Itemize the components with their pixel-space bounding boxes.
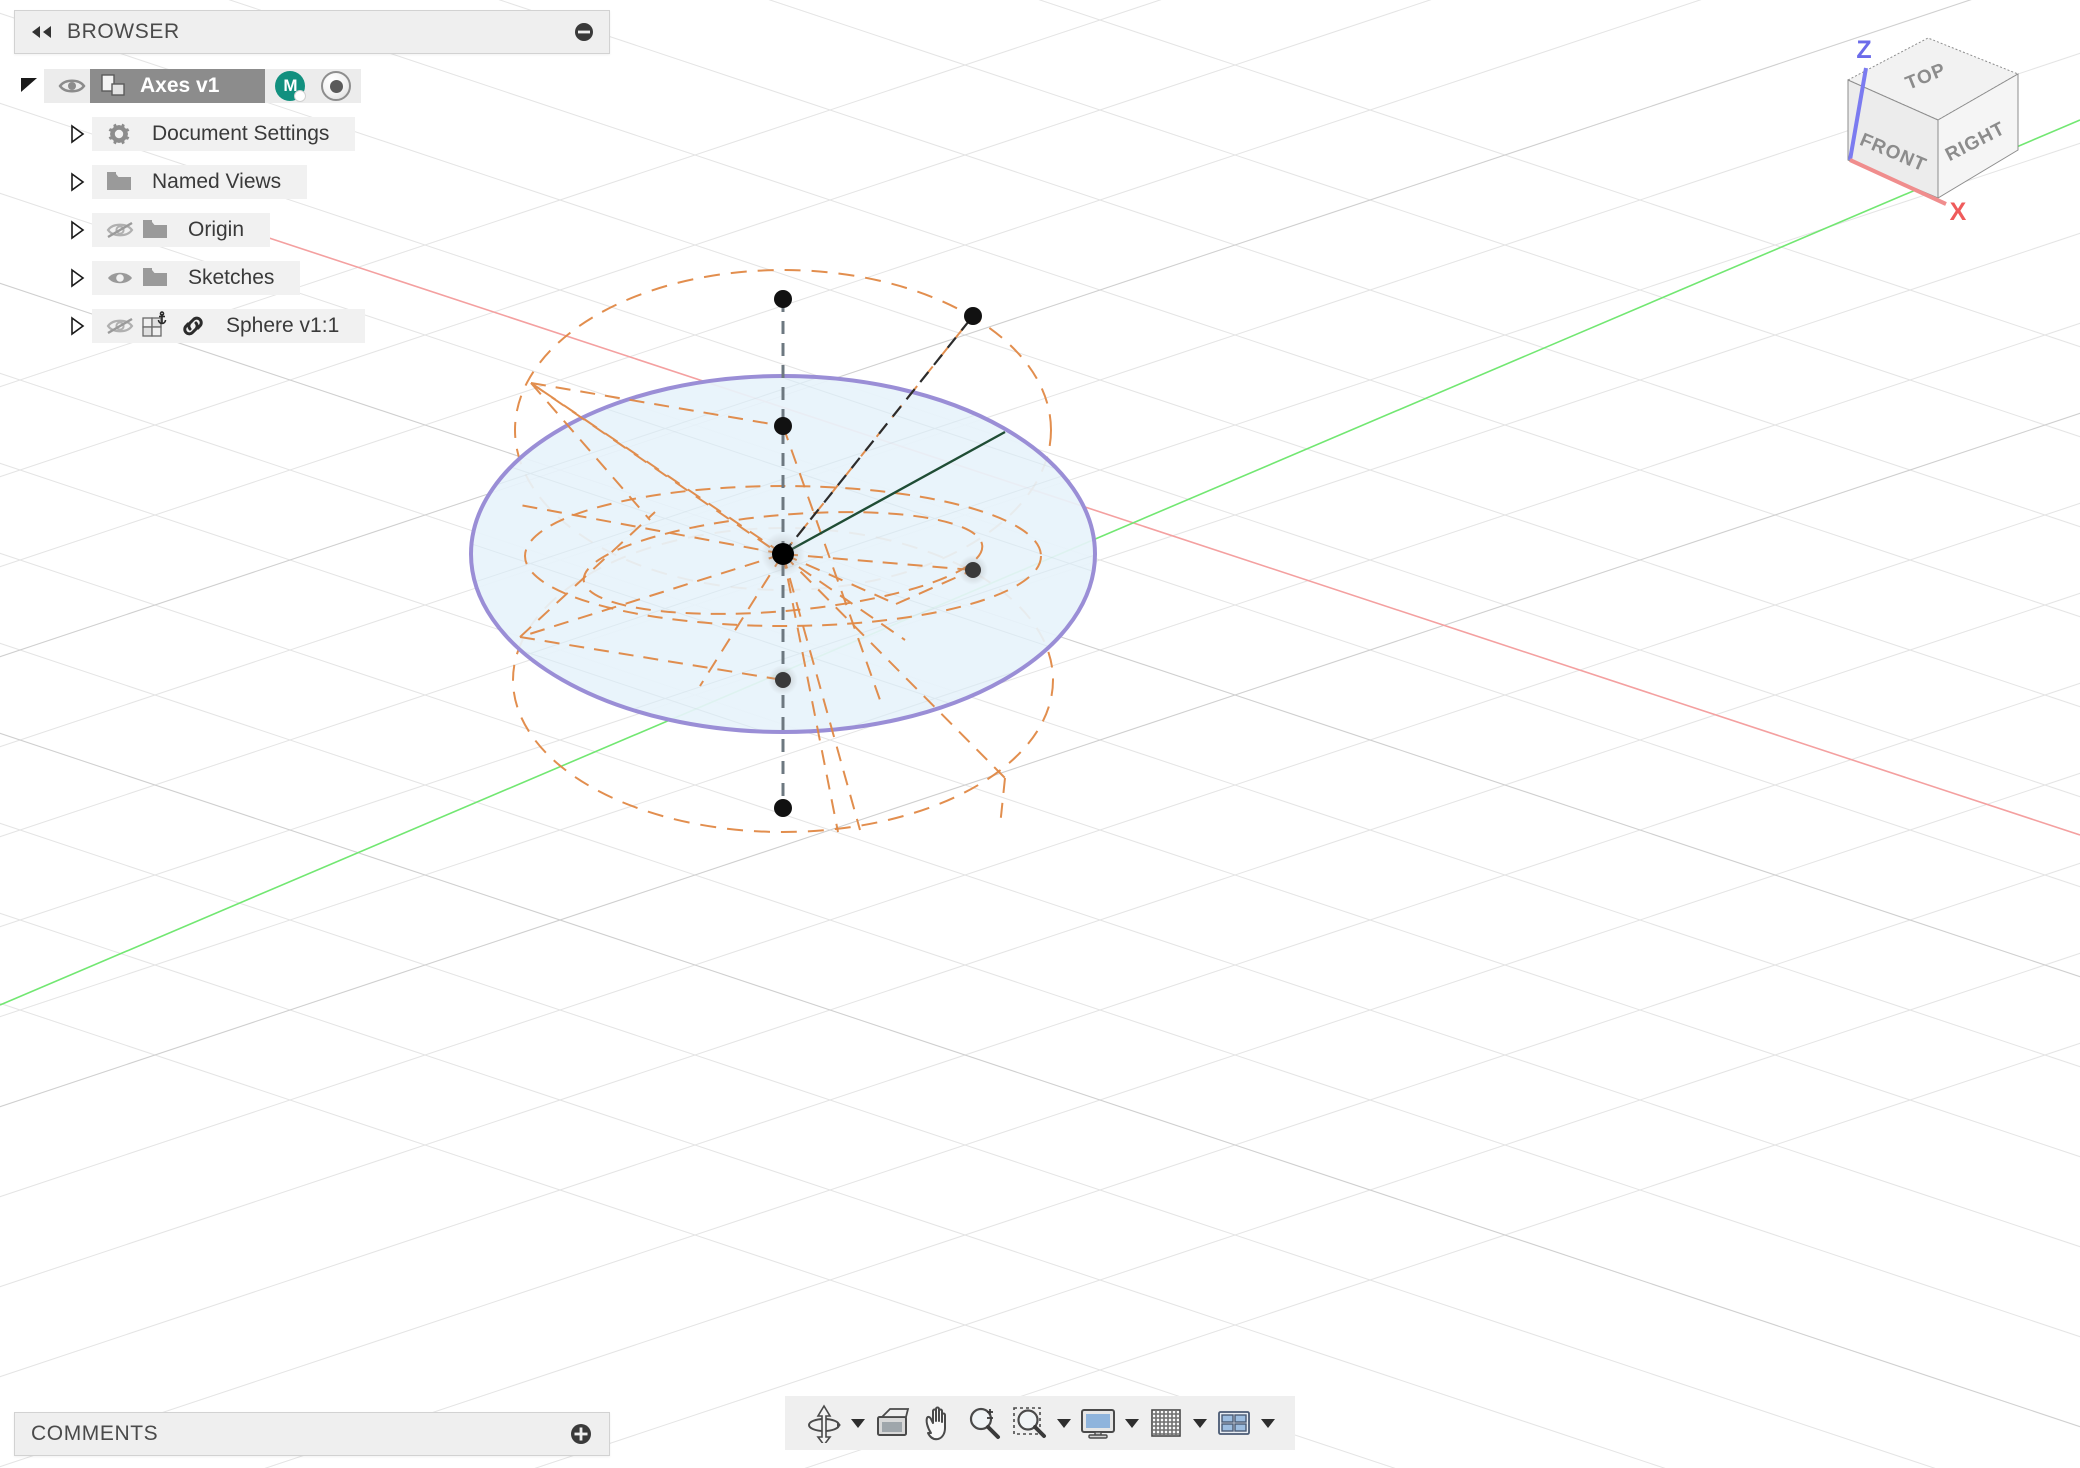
browser-panel: BROWSER Axes v1 M Document Settings Name… bbox=[14, 10, 610, 354]
active-component-radio[interactable] bbox=[321, 71, 352, 101]
twisty-collapsed-icon[interactable] bbox=[62, 263, 92, 293]
viewports-icon[interactable] bbox=[1211, 1400, 1257, 1446]
tree-node-label-named-views: Named Views bbox=[152, 170, 282, 193]
grid-snaps-button[interactable] bbox=[1143, 1396, 1211, 1450]
viewport-layout-button[interactable] bbox=[1211, 1396, 1279, 1450]
tree-node-label-origin: Origin bbox=[188, 218, 245, 241]
twisty-collapsed-icon[interactable] bbox=[62, 215, 92, 245]
chevron-down-icon-zoom-window[interactable] bbox=[1053, 1400, 1075, 1446]
magnifier-plusminus-icon[interactable] bbox=[961, 1400, 1007, 1446]
fusion-design-window: TOP FRONT RIGHT Z X BROWSER Axes v1 M Do… bbox=[0, 0, 2080, 1468]
navigation-toolbar bbox=[785, 1396, 1295, 1450]
viewcube-axis-label-z: Z bbox=[1856, 36, 1871, 64]
twisty-expanded-icon[interactable] bbox=[14, 71, 44, 101]
chevron-down-icon-grid[interactable] bbox=[1189, 1400, 1211, 1446]
tree-row-document-settings[interactable]: Document Settings bbox=[14, 114, 610, 154]
orbit-tool-button[interactable] bbox=[801, 1396, 869, 1450]
tree-node-label-document-settings: Document Settings bbox=[152, 122, 330, 145]
folder-icon bbox=[102, 167, 136, 197]
tree-row-named-views[interactable]: Named Views bbox=[14, 162, 610, 202]
gear-icon bbox=[102, 119, 136, 149]
visibility-eye-hidden-icon-origin[interactable] bbox=[102, 215, 138, 245]
sketch-point bbox=[964, 307, 982, 325]
sketch-point bbox=[774, 290, 792, 308]
tree-row-sphere[interactable]: Sphere v1:1 bbox=[14, 306, 610, 346]
minus-circle-icon[interactable] bbox=[573, 21, 595, 43]
chevron-down-icon-display[interactable] bbox=[1121, 1400, 1143, 1446]
sketch-point bbox=[775, 672, 791, 688]
folder-icon bbox=[138, 215, 172, 245]
look-at-tool-button[interactable] bbox=[869, 1396, 915, 1450]
tree-row-sketches[interactable]: Sketches bbox=[14, 258, 610, 298]
twisty-collapsed-icon[interactable] bbox=[62, 119, 92, 149]
orbit-icon[interactable] bbox=[801, 1400, 847, 1446]
grid-icon[interactable] bbox=[1143, 1400, 1189, 1446]
sketch-point bbox=[965, 562, 981, 578]
double-chevron-left-icon[interactable] bbox=[29, 21, 55, 43]
component-blocks-icon bbox=[96, 71, 130, 101]
view-cube[interactable]: TOP FRONT RIGHT Z X bbox=[1828, 18, 2058, 228]
zoom-tool-button[interactable] bbox=[961, 1396, 1007, 1450]
tree-row-axes[interactable]: Axes v1 M bbox=[14, 66, 610, 106]
look-at-icon[interactable] bbox=[869, 1400, 915, 1446]
comments-panel[interactable]: COMMENTS bbox=[14, 1412, 610, 1456]
sketch-point bbox=[774, 799, 792, 817]
browser-panel-title: BROWSER bbox=[67, 20, 180, 43]
sketch-point-origin bbox=[772, 543, 794, 565]
tree-node-axes-selected[interactable]: Axes v1 bbox=[90, 69, 266, 103]
pan-tool-button[interactable] bbox=[915, 1396, 961, 1450]
visibility-eye-icon-sketches[interactable] bbox=[102, 263, 138, 293]
tree-node-label-axes: Axes v1 bbox=[134, 69, 266, 103]
plus-circle-icon[interactable] bbox=[569, 1422, 593, 1446]
grounded-component-icon bbox=[138, 311, 172, 341]
visibility-eye-icon-axes[interactable] bbox=[54, 71, 90, 101]
visibility-eye-hidden-icon-sphere[interactable] bbox=[102, 311, 138, 341]
material-badge-icon[interactable]: M bbox=[275, 71, 307, 102]
tree-node-label-sphere: Sphere v1:1 bbox=[226, 314, 340, 337]
sketch-point bbox=[774, 417, 792, 435]
browser-tree: Axes v1 M Document Settings Named Views … bbox=[14, 66, 610, 346]
link-chain-icon bbox=[176, 311, 210, 341]
chevron-down-icon-orbit[interactable] bbox=[847, 1400, 869, 1446]
twisty-collapsed-icon[interactable] bbox=[62, 311, 92, 341]
magnifier-window-icon[interactable] bbox=[1007, 1400, 1053, 1446]
viewcube-axis-label-x: X bbox=[1950, 198, 1967, 226]
folder-icon bbox=[138, 263, 172, 293]
twisty-collapsed-icon[interactable] bbox=[62, 167, 92, 197]
tree-row-origin[interactable]: Origin bbox=[14, 210, 610, 250]
display-settings-button[interactable] bbox=[1075, 1396, 1143, 1450]
zoom-window-tool-button[interactable] bbox=[1007, 1396, 1075, 1450]
chevron-down-icon-viewports[interactable] bbox=[1257, 1400, 1279, 1446]
tree-node-label-sketches: Sketches bbox=[188, 266, 275, 289]
monitor-icon[interactable] bbox=[1075, 1400, 1121, 1446]
browser-panel-header: BROWSER bbox=[14, 10, 610, 54]
pan-hand-icon[interactable] bbox=[915, 1400, 961, 1446]
comments-title: COMMENTS bbox=[31, 1422, 159, 1445]
